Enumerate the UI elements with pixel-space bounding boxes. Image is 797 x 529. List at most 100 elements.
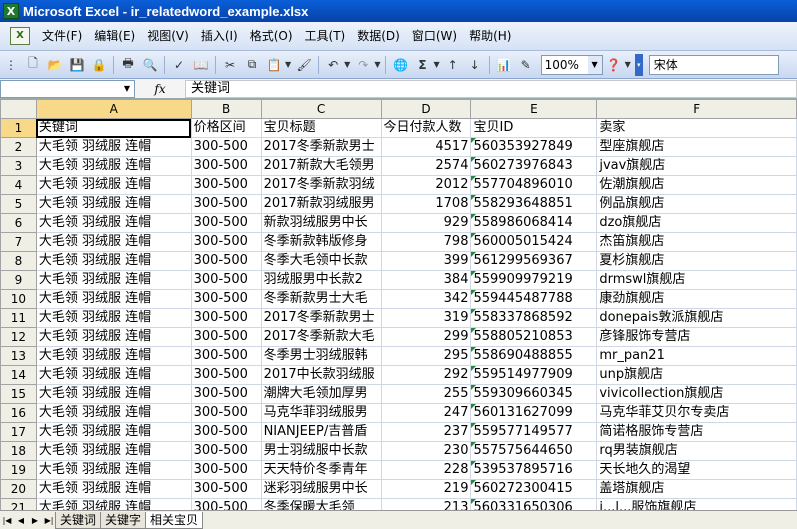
select-all-corner[interactable] bbox=[0, 99, 37, 119]
row-header[interactable]: 20 bbox=[0, 479, 37, 499]
cell[interactable]: 大毛领 羽绒服 连帽 bbox=[35, 213, 192, 233]
cell[interactable]: 539537895716 bbox=[470, 460, 598, 480]
row-header[interactable]: 5 bbox=[0, 194, 37, 214]
next-sheet-icon[interactable]: ▶ bbox=[28, 516, 42, 525]
menu-item[interactable]: 插入(I) bbox=[195, 26, 244, 46]
cell[interactable]: 大毛领 羽绒服 连帽 bbox=[35, 156, 192, 176]
cell[interactable]: 300-500 bbox=[190, 156, 262, 176]
cell[interactable]: 237 bbox=[380, 422, 472, 442]
row-header[interactable]: 8 bbox=[0, 251, 37, 271]
cell[interactable]: 大毛领 羽绒服 连帽 bbox=[35, 460, 192, 480]
cell[interactable]: jvav旗舰店 bbox=[596, 156, 797, 176]
cell[interactable]: 大毛领 羽绒服 连帽 bbox=[35, 232, 192, 252]
cell[interactable]: 大毛领 羽绒服 连帽 bbox=[35, 251, 192, 271]
cell[interactable]: 杰笛旗舰店 bbox=[596, 232, 797, 252]
cell[interactable]: 557575644650 bbox=[470, 441, 598, 461]
print-preview-icon[interactable]: 🔍 bbox=[141, 56, 159, 74]
redo-dropdown-icon[interactable]: ▼ bbox=[374, 60, 380, 69]
cell[interactable]: 559309660345 bbox=[470, 384, 598, 404]
row-header[interactable]: 13 bbox=[0, 346, 37, 366]
sheet-tab[interactable]: 相关宝贝 bbox=[145, 511, 204, 529]
cell[interactable]: 300-500 bbox=[190, 498, 262, 510]
column-header[interactable]: A bbox=[35, 99, 192, 119]
cell[interactable]: 大毛领 羽绒服 连帽 bbox=[35, 441, 192, 461]
cell[interactable]: 型座旗舰店 bbox=[596, 137, 797, 157]
cell[interactable]: 大毛领 羽绒服 连帽 bbox=[35, 479, 192, 499]
column-header[interactable]: B bbox=[190, 99, 262, 119]
row-header[interactable]: 2 bbox=[0, 137, 37, 157]
cell[interactable]: 798 bbox=[380, 232, 472, 252]
row-header[interactable]: 19 bbox=[0, 460, 37, 480]
cell[interactable]: 342 bbox=[380, 289, 472, 309]
cell[interactable]: 300-500 bbox=[190, 175, 262, 195]
cell[interactable]: 300-500 bbox=[190, 308, 262, 328]
row-header[interactable]: 11 bbox=[0, 308, 37, 328]
cell[interactable]: 300-500 bbox=[190, 232, 262, 252]
cell[interactable]: dzo旗舰店 bbox=[596, 213, 797, 233]
row-header[interactable]: 14 bbox=[0, 365, 37, 385]
column-header[interactable]: D bbox=[380, 99, 472, 119]
cell[interactable]: 299 bbox=[380, 327, 472, 347]
cell[interactable]: 佐潮旗舰店 bbox=[596, 175, 797, 195]
cell[interactable]: 2017冬季新款男士 bbox=[260, 308, 382, 328]
cell[interactable]: 冬季新款男士大毛 bbox=[260, 289, 382, 309]
cell[interactable]: 2017冬季新款羽绒 bbox=[260, 175, 382, 195]
cell[interactable]: 大毛领 羽绒服 连帽 bbox=[35, 422, 192, 442]
row-header[interactable]: 7 bbox=[0, 232, 37, 252]
cell[interactable]: 宝贝标题 bbox=[260, 118, 382, 138]
cell[interactable]: 冬季保暖大毛领 bbox=[260, 498, 382, 510]
cell[interactable]: 300-500 bbox=[190, 403, 262, 423]
cell[interactable]: drmswl旗舰店 bbox=[596, 270, 797, 290]
cell[interactable]: 558805210853 bbox=[470, 327, 598, 347]
cell[interactable]: 300-500 bbox=[190, 460, 262, 480]
cell[interactable]: 219 bbox=[380, 479, 472, 499]
chevron-down-icon[interactable]: ▼ bbox=[120, 81, 134, 97]
cell[interactable]: 宝贝ID bbox=[470, 118, 598, 138]
cell[interactable]: 560272300415 bbox=[470, 479, 598, 499]
paste-dropdown-icon[interactable]: ▼ bbox=[285, 60, 291, 69]
cell[interactable]: 2017中长款羽绒服 bbox=[260, 365, 382, 385]
cell[interactable]: 大毛领 羽绒服 连帽 bbox=[35, 308, 192, 328]
undo-dropdown-icon[interactable]: ▼ bbox=[344, 60, 350, 69]
row-header[interactable]: 18 bbox=[0, 441, 37, 461]
cell[interactable]: rq男装旗舰店 bbox=[596, 441, 797, 461]
workbook-icon[interactable]: X bbox=[10, 27, 30, 45]
cell[interactable]: 560131627099 bbox=[470, 403, 598, 423]
copy-icon[interactable]: ⧉ bbox=[243, 56, 261, 74]
cell[interactable]: 羽绒服男中长款2 bbox=[260, 270, 382, 290]
column-header[interactable]: C bbox=[260, 99, 382, 119]
cell[interactable]: 天长地久的渴望 bbox=[596, 460, 797, 480]
cell[interactable]: 560353927849 bbox=[470, 137, 598, 157]
cell[interactable]: 冬季男士羽绒服韩 bbox=[260, 346, 382, 366]
cell[interactable]: 马克华菲羽绒服男 bbox=[260, 403, 382, 423]
cell[interactable]: 559909979219 bbox=[470, 270, 598, 290]
cell[interactable]: 大毛领 羽绒服 连帽 bbox=[35, 327, 192, 347]
chevron-down-icon[interactable]: ▼ bbox=[587, 55, 602, 74]
cell[interactable]: 新款羽绒服男中长 bbox=[260, 213, 382, 233]
print-icon[interactable]: 🖶 bbox=[119, 56, 137, 74]
cell[interactable]: 255 bbox=[380, 384, 472, 404]
cell[interactable]: 300-500 bbox=[190, 289, 262, 309]
row-header[interactable]: 9 bbox=[0, 270, 37, 290]
cell[interactable]: 男士羽绒服中长款 bbox=[260, 441, 382, 461]
cell[interactable]: 夏杉旗舰店 bbox=[596, 251, 797, 271]
cell[interactable]: 560331650306 bbox=[470, 498, 598, 510]
cell[interactable]: 盖塔旗舰店 bbox=[596, 479, 797, 499]
cell[interactable]: 561299569367 bbox=[470, 251, 598, 271]
help-icon[interactable]: ❓ bbox=[605, 56, 623, 74]
cell[interactable]: 300-500 bbox=[190, 327, 262, 347]
chart-wizard-icon[interactable]: 📊 bbox=[495, 56, 513, 74]
row-header[interactable]: 12 bbox=[0, 327, 37, 347]
cell[interactable]: 300-500 bbox=[190, 213, 262, 233]
cell[interactable]: 560005015424 bbox=[470, 232, 598, 252]
cell[interactable]: 559577149577 bbox=[470, 422, 598, 442]
insert-function-icon[interactable]: fx bbox=[135, 82, 185, 96]
cell[interactable]: 大毛领 羽绒服 连帽 bbox=[35, 289, 192, 309]
last-sheet-icon[interactable]: ▶| bbox=[42, 516, 56, 525]
cell[interactable]: j...l...服饰旗舰店 bbox=[596, 498, 797, 510]
menu-item[interactable]: 文件(F) bbox=[36, 26, 88, 46]
cell[interactable]: 大毛领 羽绒服 连帽 bbox=[35, 384, 192, 404]
research-icon[interactable]: 📖 bbox=[192, 56, 210, 74]
row-header[interactable]: 17 bbox=[0, 422, 37, 442]
cell[interactable]: 潮牌大毛领加厚男 bbox=[260, 384, 382, 404]
